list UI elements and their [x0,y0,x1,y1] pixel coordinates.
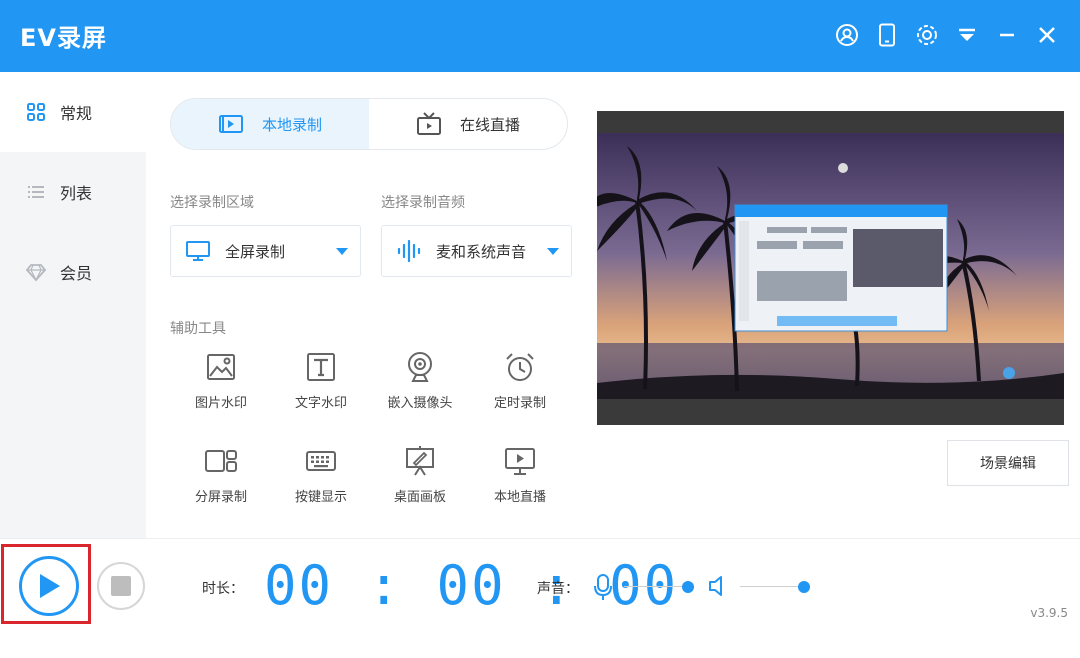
keyboard-icon [306,451,336,471]
tools-label: 辅助工具 [170,321,226,337]
sidebar-item-general[interactable]: 常规 [0,72,146,152]
tool-desktop-board[interactable]: 桌面画板 [370,444,470,514]
webcam-icon [408,352,432,382]
tool-text-watermark[interactable]: 文字水印 [271,350,371,420]
slider-knob[interactable] [682,581,694,593]
sidebar-item-label: 常规 [60,104,93,123]
dropdown-menu-icon[interactable] [950,18,984,52]
chevron-down-icon [336,248,348,255]
tool-image-watermark[interactable]: 图片水印 [171,350,271,420]
sound-label: 声音： [537,581,579,597]
split-screen-icon [205,450,237,472]
duration-label: 时长： [202,581,244,597]
sidebar: 常规 列表 会员 [0,72,146,538]
record-area-value: 全屏录制 [225,242,286,261]
stop-record-button[interactable] [97,562,145,610]
image-watermark-icon [207,354,235,380]
local-record-icon [218,115,243,133]
start-record-button[interactable] [19,556,79,616]
sidebar-item-label: 会员 [60,264,93,283]
tool-webcam[interactable]: 嵌入摄像头 [370,350,470,420]
record-timer: 00 : 00 : 00 [264,554,679,617]
preview-image [597,111,1064,425]
alarm-clock-icon [506,353,534,381]
tab-online-live[interactable]: 在线直播 [369,99,567,149]
sidebar-item-label: 列表 [60,184,93,203]
titlebar-controls [830,18,1064,52]
soundwave-icon [397,239,421,263]
text-watermark-icon [307,353,335,381]
title-bar: EV录屏 [0,0,1080,72]
area-label: 选择录制区域 [170,195,254,211]
grid-icon [27,103,45,121]
tab-label: 本地录制 [261,115,322,134]
audio-label: 选择录制音频 [381,195,465,211]
settings-icon[interactable] [910,18,944,52]
user-icon[interactable] [830,18,864,52]
speaker-icon[interactable] [707,574,731,598]
record-area-select[interactable]: 全屏录制 [170,225,361,277]
monitor-icon [186,241,210,261]
record-audio-select[interactable]: 麦和系统声音 [381,225,572,277]
microphone-icon[interactable] [592,573,614,601]
screen-preview [597,111,1064,425]
phone-icon[interactable] [870,18,904,52]
mic-volume-slider[interactable] [624,580,694,594]
record-audio-value: 麦和系统声音 [436,242,527,261]
drawing-board-icon [406,446,434,476]
speaker-volume-slider[interactable] [740,580,810,594]
local-live-icon [505,448,535,475]
sidebar-item-list[interactable]: 列表 [0,152,146,232]
tv-icon [416,112,441,135]
scene-edit-button[interactable]: 场景编辑 [947,440,1069,486]
tab-label: 在线直播 [459,115,520,134]
tool-local-live[interactable]: 本地直播 [470,444,570,514]
diamond-icon [26,264,46,282]
record-mode-tabs: 本地录制 在线直播 [170,98,568,150]
stop-icon [111,576,131,596]
tool-key-display[interactable]: 按键显示 [271,444,371,514]
app-title: EV录屏 [20,24,107,52]
close-icon[interactable] [1030,18,1064,52]
tool-split-screen[interactable]: 分屏录制 [171,444,271,514]
slider-knob[interactable] [798,581,810,593]
tab-local-record[interactable]: 本地录制 [171,99,369,149]
sidebar-item-member[interactable]: 会员 [0,232,146,312]
list-icon [28,186,44,198]
tool-scheduled-record[interactable]: 定时录制 [470,350,570,420]
chevron-down-icon [547,248,559,255]
play-icon [40,574,60,598]
version-label: v3.9.5 [1030,606,1068,620]
minimize-icon[interactable] [990,18,1024,52]
